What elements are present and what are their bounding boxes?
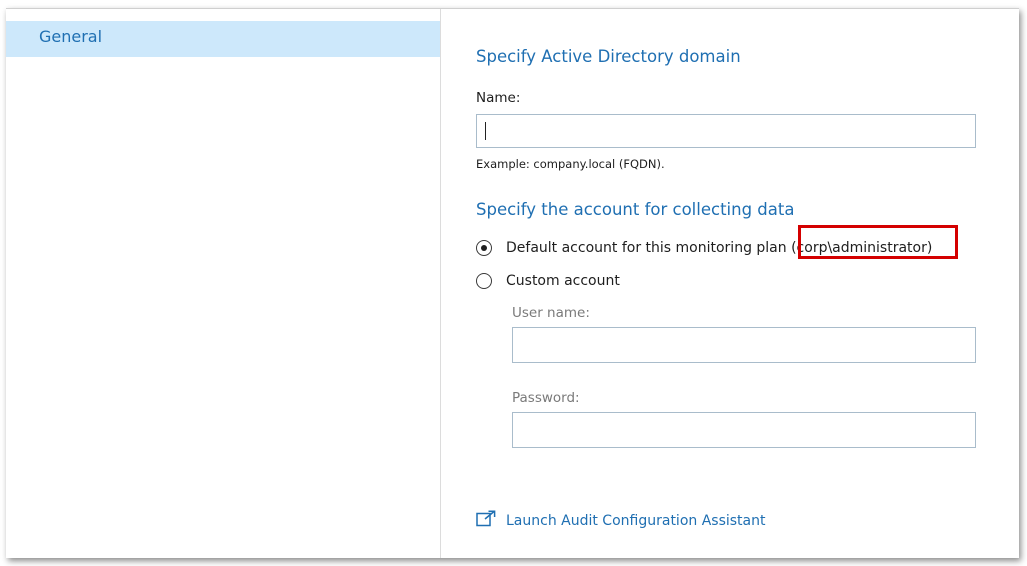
sidebar: General <box>6 9 441 558</box>
password-label: Password: <box>512 390 580 406</box>
account-section-title: Specify the account for collecting data <box>476 200 795 219</box>
settings-window: General Specify Active Directory domain … <box>6 8 1019 558</box>
text-caret <box>485 122 486 140</box>
username-label: User name: <box>512 305 590 321</box>
custom-account-option[interactable]: Custom account <box>476 270 620 292</box>
sidebar-item-general[interactable]: General <box>6 21 440 57</box>
main-panel: Specify Active Directory domain Name: Ex… <box>441 9 1019 558</box>
default-account-label: Default account for this monitoring plan <box>506 240 787 256</box>
domain-example-hint: Example: company.local (FQDN). <box>476 157 665 171</box>
domain-name-input[interactable] <box>476 114 976 148</box>
domain-section-title: Specify Active Directory domain <box>476 47 741 66</box>
highlight-annotation <box>798 225 958 259</box>
custom-account-radio[interactable] <box>476 273 492 289</box>
default-account-radio[interactable] <box>476 240 492 256</box>
password-input[interactable] <box>512 412 976 448</box>
sidebar-item-label: General <box>39 27 103 46</box>
launch-audit-assistant-label: Launch Audit Configuration Assistant <box>506 512 766 529</box>
external-link-icon <box>476 510 496 531</box>
username-input[interactable] <box>512 327 976 363</box>
custom-account-label: Custom account <box>506 273 620 289</box>
name-label: Name: <box>476 90 521 106</box>
launch-audit-assistant-link[interactable]: Launch Audit Configuration Assistant <box>476 510 766 531</box>
